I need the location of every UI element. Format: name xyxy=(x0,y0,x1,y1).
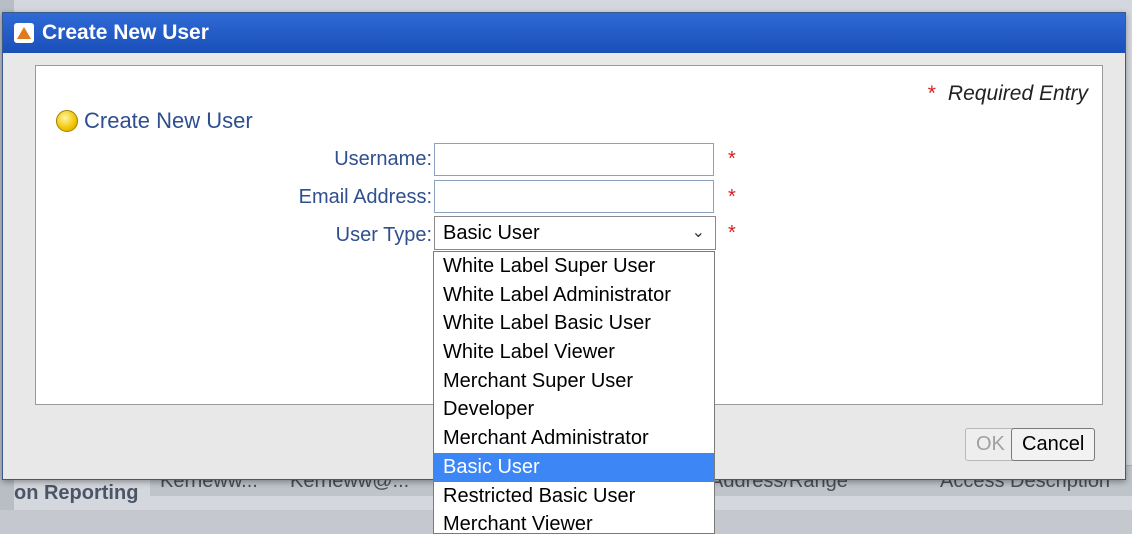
user-type-option[interactable]: Restricted Basic User xyxy=(434,482,714,511)
dialog-title: Create New User xyxy=(42,21,209,44)
email-label: Email Address: xyxy=(298,186,432,208)
user-type-option[interactable]: White Label Basic User xyxy=(434,309,714,338)
section-heading: Create New User xyxy=(56,108,253,134)
required-entry-note: * Required Entry xyxy=(928,82,1088,106)
required-star-icon: * xyxy=(927,82,936,105)
email-required-marker: * xyxy=(728,186,736,208)
user-type-option[interactable]: Merchant Administrator xyxy=(434,424,714,453)
user-type-select[interactable]: Basic User ⌄ xyxy=(434,216,716,250)
user-type-option[interactable]: White Label Super User xyxy=(434,252,714,281)
user-type-selected-value: Basic User xyxy=(443,222,540,244)
user-type-dropdown-list: White Label Super User White Label Admini… xyxy=(433,251,715,534)
username-label: Username: xyxy=(334,148,432,170)
cancel-button[interactable]: Cancel xyxy=(1011,428,1096,461)
ok-button[interactable]: OK xyxy=(965,428,1016,461)
email-input[interactable] xyxy=(434,180,714,213)
user-type-option[interactable]: Developer xyxy=(434,395,714,424)
chevron-down-icon: ⌄ xyxy=(691,224,705,241)
background-section-title: on Reporting xyxy=(14,482,139,504)
user-type-required-marker: * xyxy=(728,222,736,244)
dialog-titlebar[interactable]: Create New User xyxy=(3,13,1125,53)
username-required-marker: * xyxy=(728,148,736,170)
user-type-option[interactable]: White Label Administrator xyxy=(434,281,714,310)
user-type-option[interactable]: Merchant Super User xyxy=(434,367,714,396)
section-heading-text: Create New User xyxy=(84,108,253,133)
user-type-label: User Type: xyxy=(335,224,432,246)
username-input[interactable] xyxy=(434,143,714,176)
user-type-option[interactable]: Merchant Viewer xyxy=(434,510,714,533)
user-type-option[interactable]: Basic User xyxy=(434,452,714,482)
app-logo-icon xyxy=(14,23,34,43)
user-type-option[interactable]: White Label Viewer xyxy=(434,338,714,367)
bulb-icon xyxy=(56,110,78,132)
required-entry-text: Required Entry xyxy=(947,82,1088,105)
